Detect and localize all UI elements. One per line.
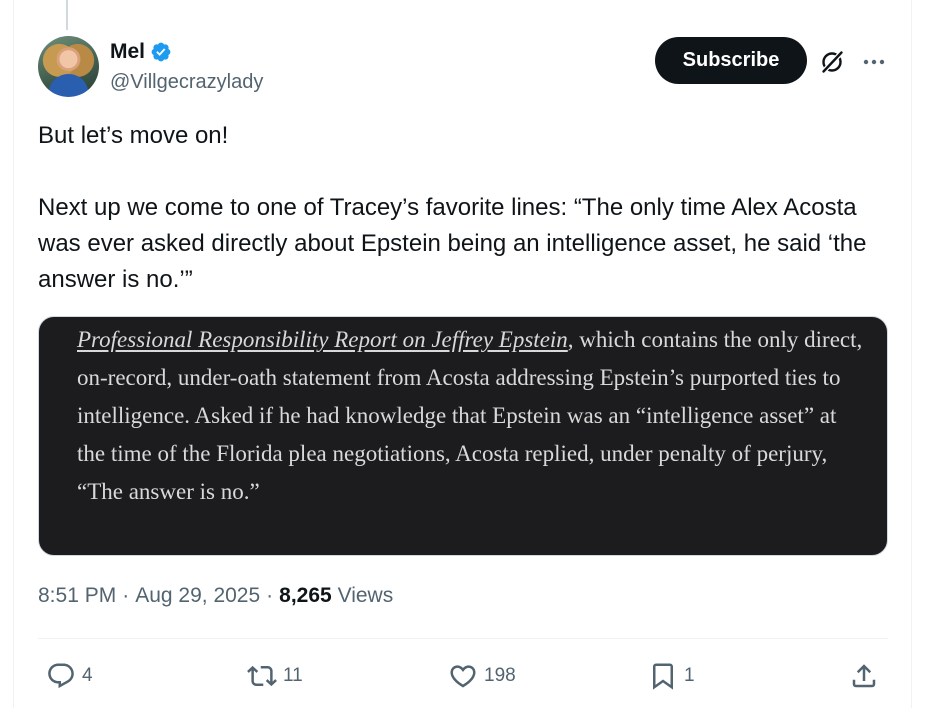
quote-body-text: , which contains the only direct, on-rec… — [77, 327, 863, 504]
author-handle[interactable]: @Villgecrazylady — [110, 69, 263, 95]
like-count: 198 — [484, 665, 516, 686]
avatar[interactable] — [38, 36, 99, 97]
tweet-time[interactable]: 8:51 PM — [38, 582, 116, 610]
reply-button[interactable]: 4 — [46, 660, 93, 692]
repost-button[interactable]: 11 — [247, 660, 303, 692]
verified-badge-icon — [151, 42, 171, 62]
quote-screenshot-text: Professional Responsibility Report on Je… — [77, 321, 867, 511]
author-name-row: Mel — [110, 39, 172, 65]
grok-icon[interactable] — [818, 48, 846, 76]
tweet-date[interactable]: Aug 29, 2025 — [135, 582, 260, 610]
action-bar-divider — [38, 638, 888, 639]
share-button[interactable] — [849, 660, 879, 692]
tweet-text: But let’s move on! Next up we come to on… — [38, 122, 867, 293]
quote-screenshot-image[interactable]: Professional Responsibility Report on Je… — [38, 316, 888, 556]
more-icon[interactable] — [860, 48, 888, 76]
bookmark-button[interactable]: 1 — [648, 660, 695, 692]
report-link-text: Professional Responsibility Report on Je… — [77, 327, 568, 352]
bookmark-icon — [653, 663, 673, 690]
meta-separator: · — [122, 584, 130, 607]
thread-connector-line — [66, 0, 68, 30]
subscribe-button[interactable]: Subscribe — [655, 37, 807, 84]
views-count: 8,265 — [279, 584, 332, 607]
heart-icon — [450, 665, 476, 688]
reply-icon — [48, 663, 74, 689]
reply-count: 4 — [82, 665, 93, 686]
bookmark-count: 1 — [684, 665, 695, 686]
author-display-name[interactable]: Mel — [110, 39, 145, 65]
repost-icon — [247, 665, 277, 687]
repost-count: 11 — [283, 665, 303, 686]
views-label: Views — [337, 584, 394, 607]
tweet-metadata: 8:51 PM · Aug 29, 2025 · 8,265 Views — [38, 582, 393, 610]
meta-separator: · — [266, 584, 274, 607]
share-icon — [852, 664, 876, 688]
like-button[interactable]: 198 — [448, 660, 516, 692]
